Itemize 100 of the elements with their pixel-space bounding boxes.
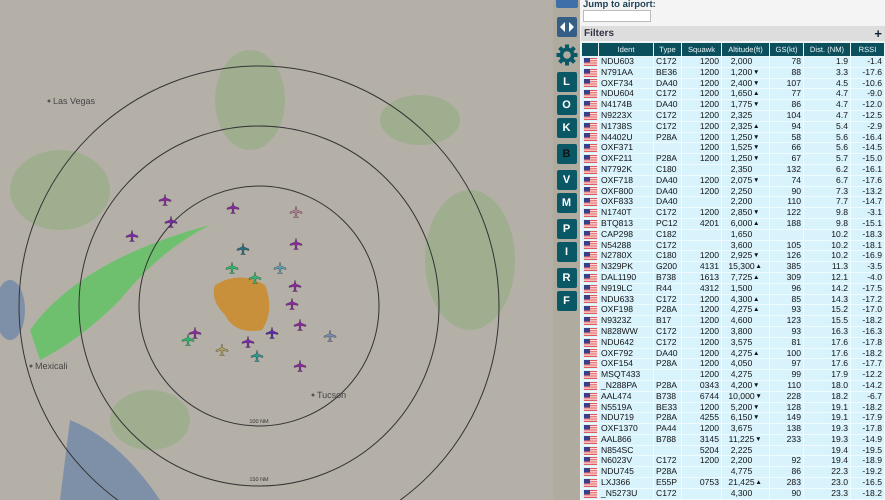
altitude-text: 2,250: [730, 186, 752, 196]
tool-button[interactable]: [556, 0, 578, 8]
squawk-text: 0343: [700, 380, 719, 390]
type-text: P28A: [656, 358, 678, 368]
aircraft-icon[interactable]: [226, 262, 238, 274]
rssi-text: -17.8: [862, 337, 882, 347]
altitude-text: 21,425: [728, 478, 755, 488]
aircraft-icon[interactable]: [324, 330, 336, 342]
layer-toggle-button[interactable]: I: [556, 242, 576, 262]
lake: [0, 280, 25, 340]
ident-text: N828WW: [601, 326, 638, 336]
squawk-text: 4201: [700, 218, 719, 228]
speed-text: 309: [786, 272, 801, 282]
type-text: B738: [656, 272, 676, 282]
squawk-text: 1200: [700, 142, 719, 152]
filters-title: Filters: [584, 27, 614, 41]
filters-expand-button[interactable]: +: [874, 27, 882, 40]
aircraft-icon[interactable]: [288, 280, 302, 292]
speed-text: 123: [786, 316, 801, 326]
distance-text: 17.6: [831, 348, 848, 358]
type-text: P28A: [656, 154, 678, 164]
rssi-text: -18.1: [862, 240, 882, 250]
altitude-text: 11,225: [728, 434, 754, 444]
layer-toggle-button[interactable]: P: [556, 219, 576, 239]
speed-text: 99: [791, 370, 801, 380]
flag-icon: [584, 349, 596, 358]
altitude-text: 4,050: [730, 358, 752, 368]
rssi-text: -2.9: [867, 121, 882, 131]
type-text: P28A: [656, 466, 678, 476]
squawk-text: 1200: [700, 294, 719, 304]
aircraft-icon[interactable]: [248, 272, 262, 284]
aircraft-icon[interactable]: [250, 350, 264, 362]
altitude-text: 4,275: [730, 348, 752, 358]
layer-toggle-button[interactable]: O: [556, 95, 576, 115]
layer-toggle-button[interactable]: M: [556, 193, 576, 213]
speed-text: 90: [791, 186, 801, 196]
rssi-text: -18.2: [862, 316, 882, 326]
aircraft-icon[interactable]: [266, 326, 278, 339]
squawk-text: 1200: [700, 304, 719, 314]
flag-icon: [584, 198, 596, 206]
aircraft-icon[interactable]: [274, 262, 286, 274]
collapse-panel-button[interactable]: [556, 17, 576, 37]
speed-text: 93: [791, 326, 801, 336]
layer-toggle-button[interactable]: V: [556, 170, 576, 190]
jump-to-airport-label: Jump to airport:: [583, 0, 657, 10]
aircraft-icon[interactable]: [290, 206, 302, 218]
speed-text: 138: [786, 424, 801, 434]
aircraft-icon[interactable]: [182, 334, 194, 346]
aircraft-icon[interactable]: [286, 298, 298, 310]
flag-icon: [584, 468, 596, 476]
aircraft-icon[interactable]: [226, 202, 240, 214]
speed-text: 233: [786, 434, 801, 444]
aircraft-icon[interactable]: [216, 344, 228, 356]
altitude-text: 2,200: [730, 196, 752, 206]
layer-toggle-button[interactable]: K: [556, 118, 576, 138]
type-text: DA40: [656, 175, 678, 185]
settings-icon: [556, 44, 578, 66]
aircraft-icon[interactable]: [164, 216, 178, 228]
type-text: C180: [656, 164, 677, 174]
aircraft-icon[interactable]: [294, 360, 306, 372]
rssi-text: -15.0: [862, 154, 882, 164]
aircraft-icon[interactable]: [290, 238, 302, 250]
distance-text: 19.4: [831, 456, 848, 466]
speed-text: 107: [786, 78, 801, 88]
squawk-text: 1200: [700, 175, 719, 185]
layer-toggle-button[interactable]: F: [556, 291, 576, 311]
altitude-text: 3,600: [730, 240, 752, 250]
settings-button[interactable]: [556, 43, 578, 65]
flag-icon: [584, 166, 596, 174]
rssi-text: -14.2: [862, 380, 882, 390]
altitude-text: 4,200: [730, 380, 752, 390]
speed-text: 105: [786, 240, 801, 250]
layer-toggle-button[interactable]: L: [556, 72, 576, 92]
ident-text: N329PK: [601, 262, 634, 272]
rssi-text: -14.9: [862, 434, 882, 444]
aircraft-icon[interactable]: [126, 230, 138, 242]
flag-icon: [584, 284, 596, 293]
altitude-text: 4,275: [730, 304, 752, 314]
aircraft-icon[interactable]: [242, 336, 254, 348]
squawk-text: 4131: [700, 262, 719, 272]
airport-input-field[interactable]: [583, 10, 651, 22]
altitude-text: 6,000: [730, 218, 752, 228]
distance-text: 17.6: [831, 337, 848, 347]
squawk-text: 1200: [700, 337, 719, 347]
flag-icon: [584, 392, 596, 401]
squawk-text: 1200: [700, 67, 719, 77]
aircraft-icon[interactable]: [294, 318, 306, 331]
aircraft-icon[interactable]: [236, 242, 250, 255]
aircraft-icon[interactable]: [158, 194, 172, 206]
altitude-text: 7,725: [730, 272, 752, 282]
type-text: C172: [656, 208, 677, 218]
distance-text: 18.0: [831, 380, 848, 390]
layer-toggle-button[interactable]: R: [556, 268, 576, 288]
ident-text: OXF800: [601, 186, 634, 196]
distance-text: 4.7: [836, 110, 848, 120]
distance-text: 5.6: [836, 142, 848, 152]
aircraft-icon[interactable]: [188, 326, 202, 339]
flag-icon: [584, 338, 596, 347]
distance-text: 10.2: [831, 250, 848, 260]
distance-text: 14.3: [831, 294, 848, 304]
